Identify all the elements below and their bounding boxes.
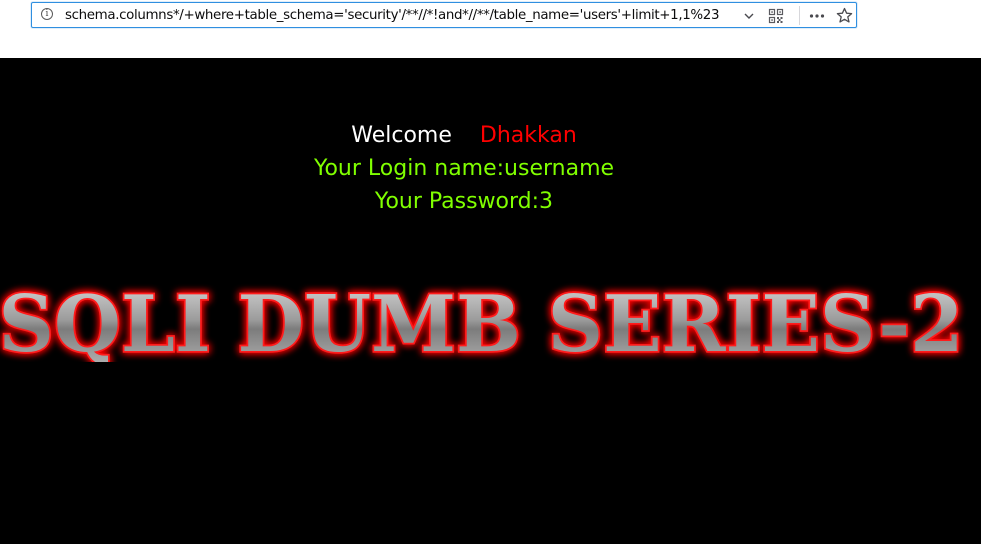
banner-title-text: SQLI DUMB SERIES-2: [0, 280, 964, 362]
page-content: Welcome Dhakkan Your Login name:username …: [0, 58, 981, 544]
url-text[interactable]: schema.columns*/+where+table_schema='sec…: [65, 6, 755, 26]
toolbar-divider: [799, 6, 800, 25]
login-name-text: Your Login name:username: [313, 156, 615, 181]
star-icon[interactable]: [836, 7, 853, 24]
welcome-name: Dhakkan: [479, 123, 577, 148]
address-bar[interactable]: i schema.columns*/+where+table_schema='s…: [31, 2, 857, 28]
info-icon[interactable]: i: [41, 8, 53, 20]
password-text: Your Password:3: [374, 189, 554, 214]
more-actions-icon[interactable]: [808, 8, 826, 24]
chevron-down-icon[interactable]: [741, 8, 757, 24]
welcome-line: Welcome Dhakkan: [0, 121, 928, 151]
qr-code-icon[interactable]: [768, 8, 784, 24]
browser-toolbar: i schema.columns*/+where+table_schema='s…: [0, 0, 981, 59]
welcome-label: Welcome: [351, 123, 452, 148]
banner-title-image: SQLI DUMB SERIES-2: [0, 280, 965, 362]
